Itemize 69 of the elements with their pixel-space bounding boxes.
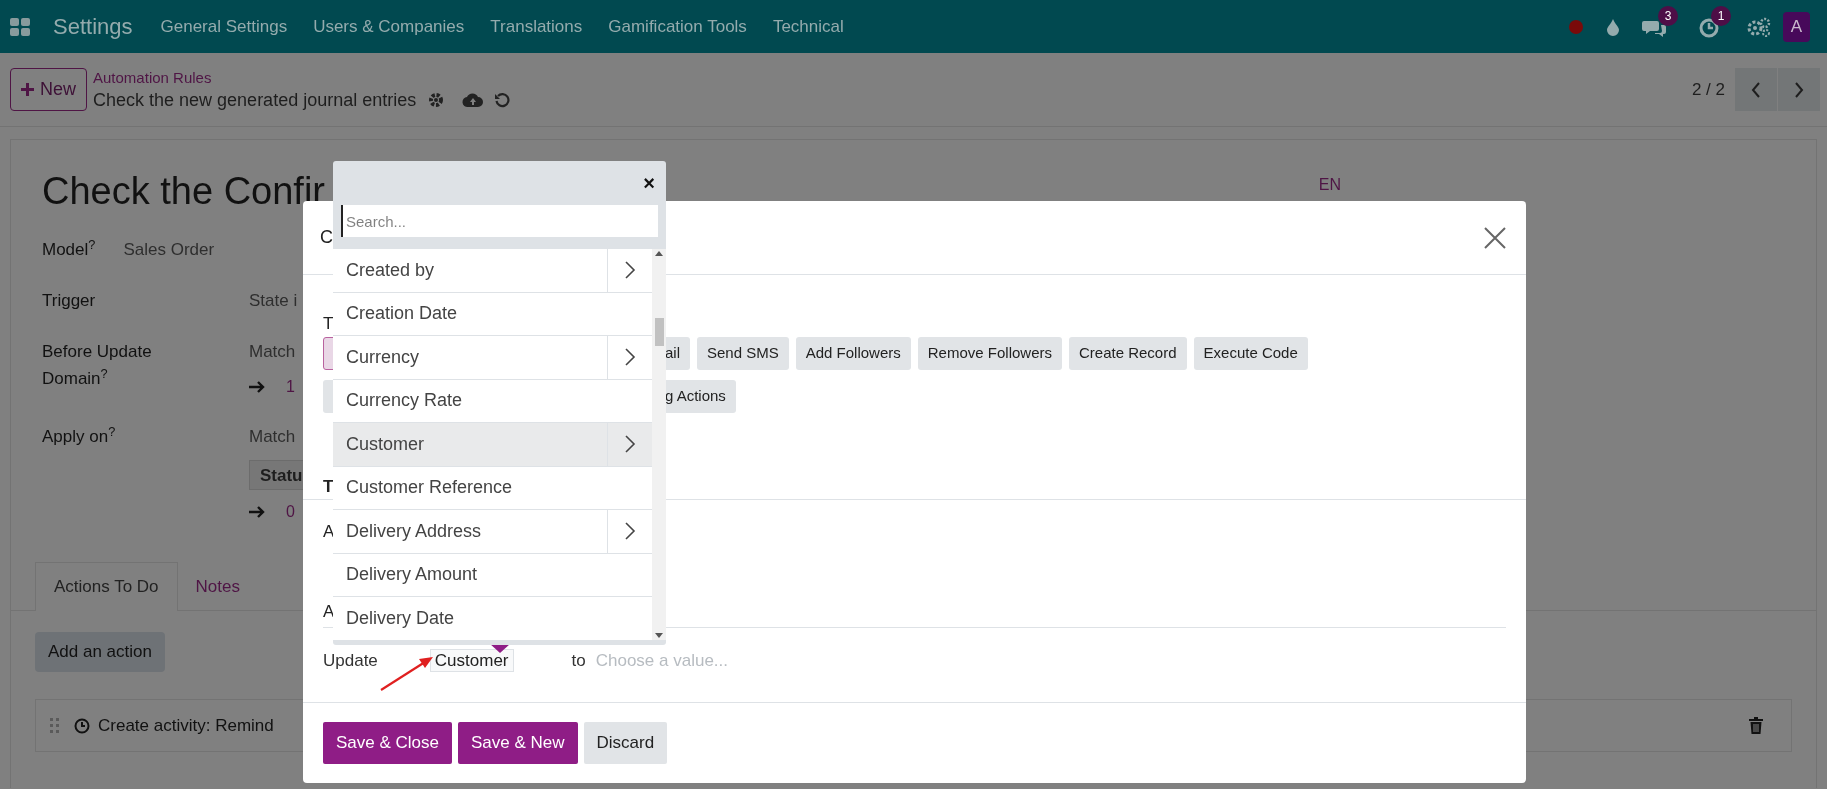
drag-handle-icon[interactable]	[50, 717, 60, 734]
arrow-right-icon	[249, 505, 266, 519]
menu-item[interactable]: Gamification Tools	[608, 13, 747, 40]
app-title[interactable]: Settings	[53, 10, 133, 43]
tab[interactable]: Actions To Do	[35, 562, 178, 611]
undo-icon[interactable]	[494, 91, 511, 108]
pager-text: 2 / 2	[1691, 78, 1725, 101]
section-heading: T	[323, 476, 334, 498]
field-label: to	[571, 650, 586, 672]
field-label: Before Update Domain$^{?}$	[42, 341, 153, 390]
menu-item[interactable]: Technical	[772, 13, 844, 40]
save-button[interactable]: Save & Close	[323, 722, 452, 764]
record-count-link[interactable]: 1	[286, 375, 295, 399]
field-label: A	[323, 601, 335, 623]
settings-icon[interactable]	[1747, 16, 1771, 37]
field-label: Model$^{?}$	[42, 236, 96, 261]
add-action-button[interactable]: Add an action	[35, 632, 165, 672]
close-icon[interactable]	[1484, 226, 1506, 249]
scrollbar[interactable]	[652, 249, 666, 640]
user-avatar[interactable]: A	[1783, 11, 1810, 42]
save-button[interactable]: Save & New	[458, 722, 578, 764]
action-type-button[interactable]: Send SMS	[697, 337, 789, 370]
menu-item[interactable]: Users & Companies	[313, 13, 465, 40]
field-label: T	[323, 313, 334, 335]
field-value: State i	[249, 290, 298, 312]
field-label: Apply on$^{?}$	[42, 423, 117, 448]
trash-icon[interactable]	[1749, 717, 1763, 734]
chevron-right-icon	[624, 260, 636, 281]
clock-icon[interactable]	[1699, 17, 1719, 38]
drop-icon[interactable]	[1606, 17, 1620, 36]
action-type-button[interactable]: Remove Followers	[917, 337, 1062, 370]
new-button[interactable]: New	[10, 68, 87, 111]
action-type-button[interactable]: Create Record	[1069, 337, 1187, 370]
cloud-upload-icon[interactable]	[462, 91, 485, 108]
gear-icon[interactable]	[428, 91, 445, 108]
field-value: Match	[249, 426, 297, 448]
dialog-title: C	[320, 226, 333, 249]
field-label: Trigger	[42, 290, 97, 312]
action-text: Create activity: Remind	[98, 714, 274, 737]
count-badge: 3	[1658, 5, 1678, 26]
field-label: Update	[323, 650, 378, 672]
field-option[interactable]: Created by	[333, 249, 652, 293]
field-option[interactable]: Delivery Address	[333, 510, 652, 554]
plus-icon	[21, 83, 34, 96]
field-option[interactable]: Currency	[333, 336, 652, 380]
field-selector[interactable]: Customer	[429, 649, 514, 673]
field-option[interactable]: Customer	[333, 423, 652, 467]
action-type-button[interactable]: Add Followers	[795, 337, 911, 370]
chevron-right-icon	[624, 347, 636, 368]
record-name: Check the Confir	[42, 169, 325, 214]
arrow-right-icon	[249, 380, 266, 394]
search-field[interactable]: Search...	[341, 205, 658, 237]
chevron-right-icon	[624, 521, 636, 542]
action-type-button[interactable]: Execute Code	[1193, 337, 1308, 370]
clock-icon	[74, 717, 90, 734]
scrollbar-thumb[interactable]	[655, 318, 664, 346]
close-button[interactable]: ×	[643, 168, 655, 198]
field-value: Match	[249, 341, 296, 363]
discard-button[interactable]: Discard	[583, 722, 668, 764]
apps-menu-icon[interactable]	[10, 17, 30, 36]
scroll-down-icon[interactable]	[655, 633, 663, 638]
scroll-up-icon[interactable]	[655, 251, 663, 256]
field-value: Sales Order	[123, 239, 215, 261]
chevron-right-icon	[624, 434, 636, 455]
field-label: A	[323, 521, 335, 543]
menu-item[interactable]: Translations	[490, 13, 583, 40]
count-badge: 1	[1711, 5, 1731, 26]
record-title: Check the new generated journal entries	[93, 88, 417, 112]
menu-item[interactable]: General Settings	[160, 13, 288, 40]
